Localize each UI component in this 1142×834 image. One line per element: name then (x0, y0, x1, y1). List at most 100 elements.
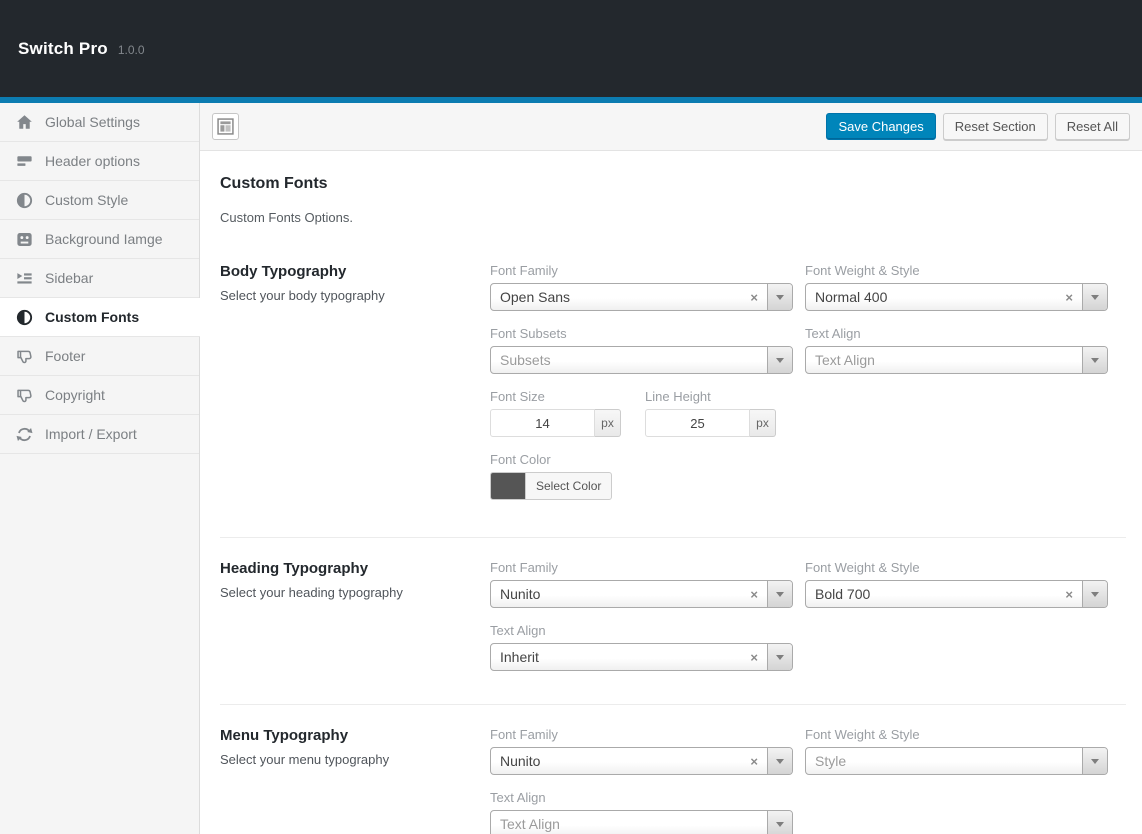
sidebar-item-copyright[interactable]: Copyright (0, 376, 199, 415)
toolbar: Save Changes Reset Section Reset All (200, 103, 1142, 151)
select-value: Nunito (491, 748, 741, 774)
heading-font-weight-select[interactable]: Bold 700 × (805, 580, 1108, 608)
clear-icon[interactable]: × (741, 644, 767, 670)
field-label: Font Weight & Style (805, 263, 1108, 278)
chevron-down-icon[interactable] (1082, 284, 1107, 310)
font-size-input[interactable] (490, 409, 595, 437)
sidebar-item-import-export[interactable]: Import / Export (0, 415, 199, 454)
smiley-icon (14, 229, 34, 249)
field-label: Font Color (490, 452, 793, 467)
select-value: Open Sans (491, 284, 741, 310)
reset-section-button[interactable]: Reset Section (943, 113, 1048, 140)
body-font-subsets-select[interactable]: Subsets (490, 346, 793, 374)
section-menu-typography: Menu Typography Select your menu typogra… (220, 705, 1126, 834)
sidebar-item-custom-fonts[interactable]: Custom Fonts (0, 298, 200, 337)
page-subtitle: Custom Fonts Options. (220, 210, 1126, 225)
content-area: Save Changes Reset Section Reset All Cus… (200, 103, 1142, 834)
contrast-icon (14, 307, 34, 327)
sidebar-item-footer[interactable]: Footer (0, 337, 199, 376)
app-title: Switch Pro (18, 39, 108, 59)
save-changes-button[interactable]: Save Changes (826, 113, 935, 140)
select-placeholder: Text Align (491, 811, 767, 834)
page-title: Custom Fonts (220, 175, 1126, 193)
hand-icon (14, 385, 34, 405)
layout-icon (217, 118, 234, 135)
field-label: Text Align (805, 326, 1108, 341)
field-label: Font Family (490, 727, 793, 742)
sidebar: Global Settings Header options Custom St… (0, 103, 200, 834)
chevron-down-icon[interactable] (767, 347, 792, 373)
section-title: Heading Typography (220, 560, 478, 577)
color-swatch (491, 473, 525, 499)
clear-icon[interactable]: × (1056, 581, 1082, 607)
app-header: Switch Pro 1.0.0 (0, 0, 1142, 97)
sidebar-item-global-settings[interactable]: Global Settings (0, 103, 199, 142)
update-icon (14, 424, 34, 444)
sidebar-item-label: Custom Fonts (45, 309, 139, 325)
app-window: Switch Pro 1.0.0 Global Settings Header … (0, 0, 1142, 834)
contrast-icon (14, 190, 34, 210)
select-color-button[interactable]: Select Color (490, 472, 612, 500)
section-title: Body Typography (220, 263, 478, 280)
field-label: Font Weight & Style (805, 727, 1108, 742)
clear-icon[interactable]: × (741, 748, 767, 774)
heading-font-family-select[interactable]: Nunito × (490, 580, 793, 608)
indent-icon (14, 268, 34, 288)
chevron-down-icon[interactable] (767, 284, 792, 310)
sidebar-item-label: Custom Style (45, 192, 128, 208)
select-value: Inherit (491, 644, 741, 670)
sidebar-item-label: Import / Export (45, 426, 137, 442)
select-placeholder: Text Align (806, 347, 1082, 373)
field-label: Text Align (490, 790, 793, 805)
sidebar-item-sidebar[interactable]: Sidebar (0, 259, 199, 298)
menu-font-family-select[interactable]: Nunito × (490, 747, 793, 775)
clear-icon[interactable]: × (1056, 284, 1082, 310)
sidebar-item-header-options[interactable]: Header options (0, 142, 199, 181)
chevron-down-icon[interactable] (1082, 347, 1107, 373)
sidebar-item-custom-style[interactable]: Custom Style (0, 181, 199, 220)
chevron-down-icon[interactable] (1082, 581, 1107, 607)
sidebar-item-label: Header options (45, 153, 140, 169)
body-font-family-select[interactable]: Open Sans × (490, 283, 793, 311)
menu-text-align-select[interactable]: Text Align (490, 810, 793, 834)
select-value: Nunito (491, 581, 741, 607)
chevron-down-icon[interactable] (1082, 748, 1107, 774)
sidebar-item-label: Background Iamge (45, 231, 163, 247)
section-description: Select your heading typography (220, 585, 478, 600)
field-label: Font Family (490, 263, 793, 278)
field-label: Text Align (490, 623, 793, 638)
section-title: Menu Typography (220, 727, 478, 744)
chevron-down-icon[interactable] (767, 581, 792, 607)
header-icon (14, 151, 34, 171)
reset-all-button[interactable]: Reset All (1055, 113, 1130, 140)
sidebar-item-background-image[interactable]: Background Iamge (0, 220, 199, 259)
select-placeholder: Subsets (491, 347, 767, 373)
select-placeholder: Style (806, 748, 1082, 774)
body-text-align-select[interactable]: Text Align (805, 346, 1108, 374)
chevron-down-icon[interactable] (767, 811, 792, 834)
settings-panel: Custom Fonts Custom Fonts Options. Body … (200, 151, 1142, 834)
field-label: Font Family (490, 560, 793, 575)
select-value: Normal 400 (806, 284, 1056, 310)
section-heading-typography: Heading Typography Select your heading t… (220, 538, 1126, 686)
sidebar-item-label: Global Settings (45, 114, 140, 130)
sidebar-item-label: Sidebar (45, 270, 93, 286)
app-version: 1.0.0 (118, 43, 145, 57)
field-label: Font Weight & Style (805, 560, 1108, 575)
section-description: Select your menu typography (220, 752, 478, 767)
expand-options-button[interactable] (212, 113, 239, 140)
select-color-label: Select Color (525, 473, 611, 499)
field-label: Line Height (645, 389, 776, 404)
unit-suffix: px (750, 409, 776, 437)
field-label: Font Size (490, 389, 621, 404)
line-height-input[interactable] (645, 409, 750, 437)
menu-font-weight-select[interactable]: Style (805, 747, 1108, 775)
heading-text-align-select[interactable]: Inherit × (490, 643, 793, 671)
chevron-down-icon[interactable] (767, 748, 792, 774)
chevron-down-icon[interactable] (767, 644, 792, 670)
clear-icon[interactable]: × (741, 581, 767, 607)
section-body-typography: Body Typography Select your body typogra… (220, 225, 1126, 519)
clear-icon[interactable]: × (741, 284, 767, 310)
body-font-weight-select[interactable]: Normal 400 × (805, 283, 1108, 311)
select-value: Bold 700 (806, 581, 1056, 607)
